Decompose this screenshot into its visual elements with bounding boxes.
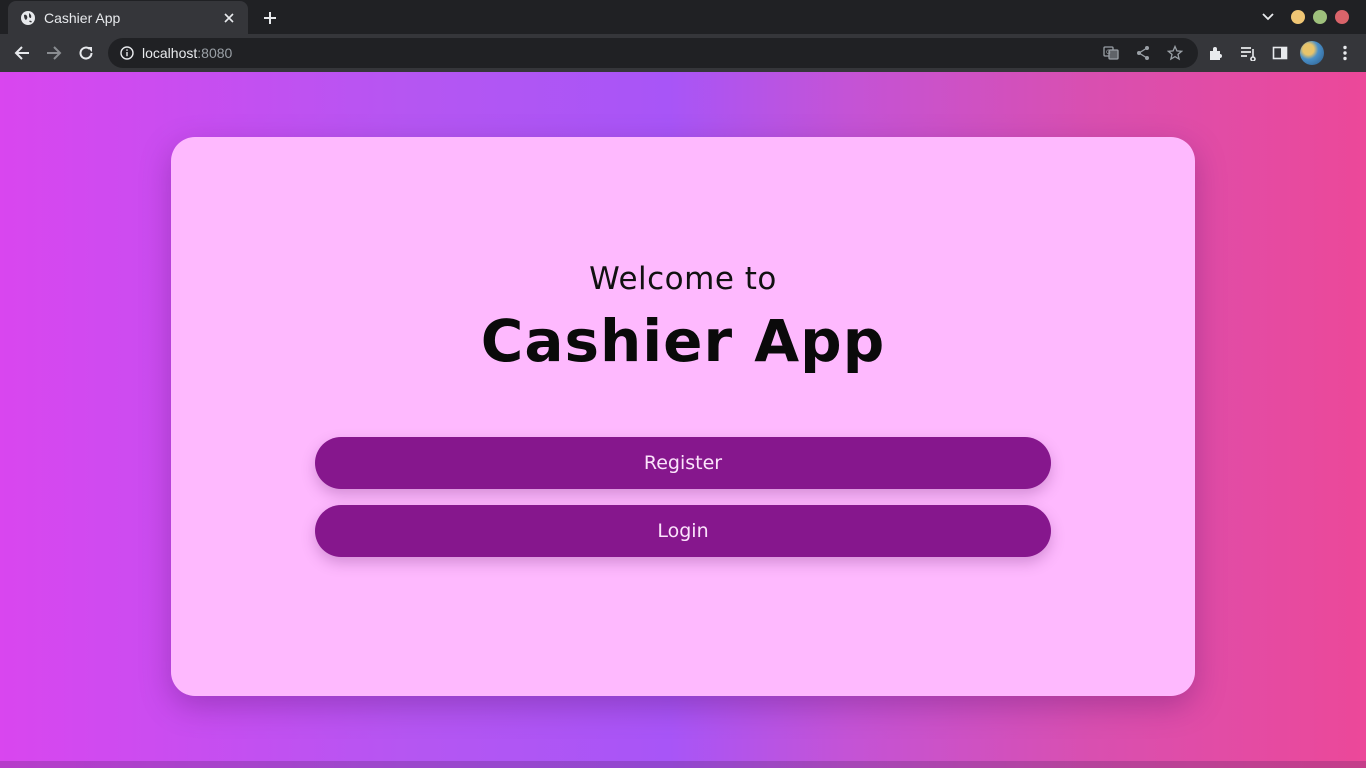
- welcome-text: Welcome to: [589, 261, 777, 297]
- close-window-button[interactable]: [1335, 10, 1349, 24]
- address-bar[interactable]: localhost:8080 G: [108, 38, 1198, 68]
- forward-arrow-icon[interactable]: [42, 41, 66, 65]
- login-button[interactable]: Login: [315, 505, 1051, 557]
- browser-tab[interactable]: Cashier App: [8, 1, 248, 34]
- reload-icon[interactable]: [74, 41, 98, 65]
- minimize-button[interactable]: [1291, 10, 1305, 24]
- extensions-icon[interactable]: [1204, 41, 1228, 65]
- tab-title: Cashier App: [44, 9, 121, 26]
- info-icon[interactable]: [120, 46, 134, 60]
- share-icon[interactable]: [1132, 42, 1154, 64]
- page-title: Cashier App: [480, 307, 886, 375]
- side-panel-icon[interactable]: [1268, 41, 1292, 65]
- url-host: localhost: [142, 45, 198, 61]
- reading-list-icon[interactable]: [1236, 41, 1260, 65]
- translate-icon[interactable]: G: [1100, 42, 1122, 64]
- star-icon[interactable]: [1164, 42, 1186, 64]
- back-arrow-icon[interactable]: [10, 41, 34, 65]
- globe-icon: [20, 10, 36, 26]
- kebab-menu-icon[interactable]: [1333, 41, 1357, 65]
- avatar[interactable]: [1300, 41, 1324, 65]
- tab-strip: Cashier App: [0, 0, 1366, 34]
- page-viewport: Welcome to Cashier App Register Login: [0, 72, 1366, 768]
- close-icon[interactable]: [220, 9, 238, 27]
- svg-text:G: G: [1106, 49, 1111, 56]
- welcome-card: Welcome to Cashier App Register Login: [171, 137, 1195, 696]
- plus-icon[interactable]: [258, 6, 282, 30]
- chevron-down-icon[interactable]: [1258, 8, 1278, 26]
- maximize-button[interactable]: [1313, 10, 1327, 24]
- register-button[interactable]: Register: [315, 437, 1051, 489]
- url-port: :8080: [197, 45, 233, 61]
- browser-toolbar: localhost:8080 G: [0, 34, 1366, 72]
